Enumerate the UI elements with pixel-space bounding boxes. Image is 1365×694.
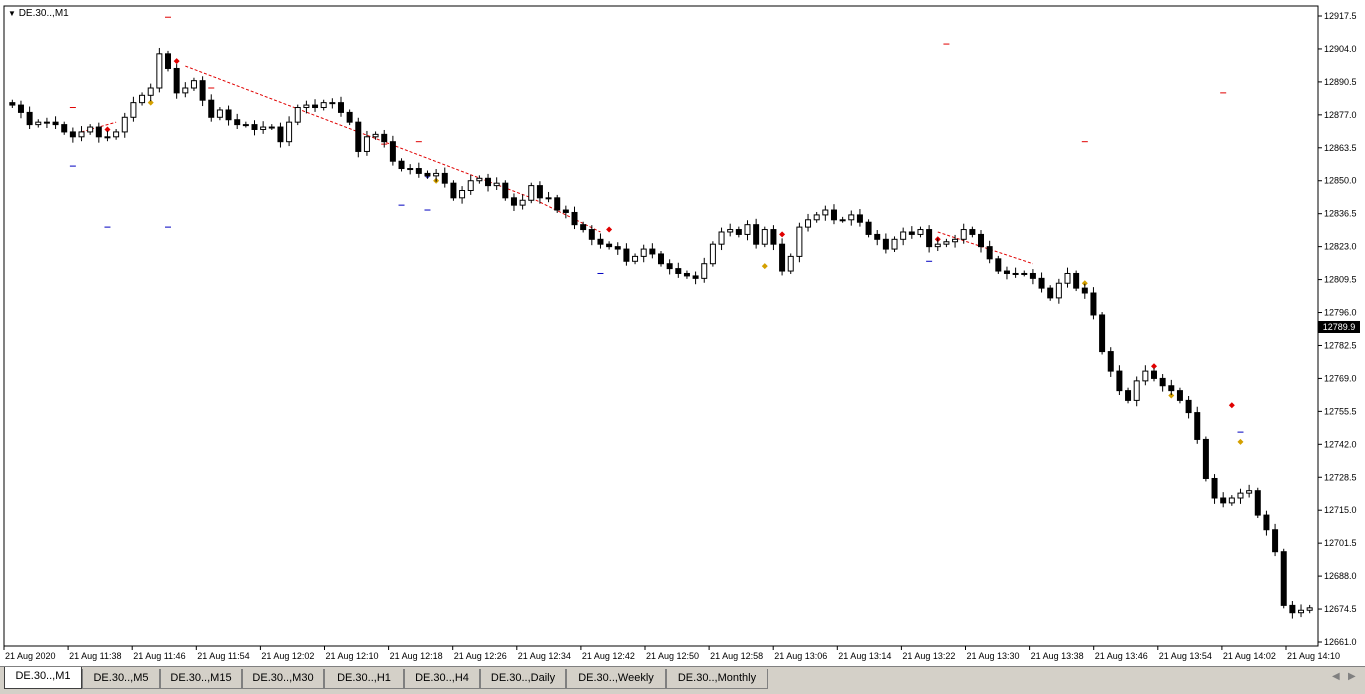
y-tick-label: 12769.0 xyxy=(1324,373,1357,383)
x-tick-label: 21 Aug 14:02 xyxy=(1223,651,1276,661)
x-tick-label: 21 Aug 13:22 xyxy=(902,651,955,661)
y-tick-label: 12715.0 xyxy=(1324,505,1357,515)
candle[interactable] xyxy=(528,182,535,204)
y-tick-label: 12688.0 xyxy=(1324,571,1357,581)
x-tick-label: 21 Aug 11:38 xyxy=(69,651,121,661)
candle[interactable] xyxy=(787,253,794,274)
y-tick-label: 12809.5 xyxy=(1324,275,1357,285)
candle[interactable] xyxy=(1073,270,1080,292)
tab-monthly[interactable]: DE.30..,Monthly xyxy=(666,669,768,689)
x-tick-label: 21 Aug 12:34 xyxy=(518,651,571,661)
y-tick-label: 12823.0 xyxy=(1324,242,1357,252)
y-tick-label: 12742.0 xyxy=(1324,439,1357,449)
tab-m5[interactable]: DE.30..,M5 xyxy=(82,669,160,689)
x-tick-label: 21 Aug 13:54 xyxy=(1159,651,1212,661)
candle[interactable] xyxy=(865,219,872,238)
y-tick-label: 12890.5 xyxy=(1324,77,1357,87)
y-tick-label: 12904.0 xyxy=(1324,44,1357,54)
scroll-left-icon[interactable]: ◀ xyxy=(1332,671,1340,682)
tab-m15[interactable]: DE.30..,M15 xyxy=(160,669,242,689)
y-tick-label: 12917.5 xyxy=(1324,11,1357,21)
candle[interactable] xyxy=(294,104,301,126)
tab-m1[interactable]: DE.30..,M1 xyxy=(4,667,82,689)
candle[interactable] xyxy=(1202,436,1209,482)
x-tick-label: 21 Aug 12:26 xyxy=(454,651,507,661)
x-tick-label: 21 Aug 12:10 xyxy=(326,651,379,661)
y-tick-label: 12728.5 xyxy=(1324,472,1357,482)
y-tick-label: 12674.5 xyxy=(1324,604,1357,614)
chart-title-label: DE.30..,M1 xyxy=(18,8,69,19)
candle[interactable] xyxy=(1099,312,1106,355)
x-tick-label: 21 Aug 2020 xyxy=(5,651,56,661)
candle[interactable] xyxy=(554,194,561,213)
tab-h1[interactable]: DE.30..,H1 xyxy=(324,669,404,689)
candle[interactable] xyxy=(450,180,457,201)
chart-title[interactable]: ▼ DE.30..,M1 xyxy=(8,8,69,19)
tab-m30[interactable]: DE.30..,M30 xyxy=(242,669,324,689)
candle[interactable] xyxy=(355,117,362,158)
candle[interactable] xyxy=(156,47,163,93)
x-tick-label: 21 Aug 13:06 xyxy=(774,651,827,661)
x-tick-label: 21 Aug 12:42 xyxy=(582,651,635,661)
y-tick-label: 12755.5 xyxy=(1324,406,1357,416)
candle[interactable] xyxy=(502,180,509,201)
candle[interactable] xyxy=(1280,548,1287,609)
candle[interactable] xyxy=(709,241,716,267)
x-tick-label: 21 Aug 14:10 xyxy=(1287,651,1340,661)
last-price-label: 12789.9 xyxy=(1318,321,1360,333)
plot-area[interactable] xyxy=(3,5,1319,647)
candle[interactable] xyxy=(1254,487,1261,519)
svg-text:12789.9: 12789.9 xyxy=(1323,322,1356,332)
x-tick-label: 21 Aug 12:58 xyxy=(710,651,763,661)
x-tick-label: 21 Aug 13:30 xyxy=(967,651,1020,661)
candle[interactable] xyxy=(796,222,803,263)
y-tick-label: 12782.5 xyxy=(1324,340,1357,350)
x-tick-label: 21 Aug 13:38 xyxy=(1031,651,1084,661)
tab-weekly[interactable]: DE.30..,Weekly xyxy=(566,669,666,689)
tab-h4[interactable]: DE.30..,H4 xyxy=(404,669,480,689)
x-tick-label: 21 Aug 13:14 xyxy=(838,651,891,661)
candle[interactable] xyxy=(165,50,172,72)
y-tick-label: 12701.5 xyxy=(1324,538,1357,548)
candle[interactable] xyxy=(1194,406,1201,444)
x-tick-label: 21 Aug 11:54 xyxy=(197,651,249,661)
x-tick-label: 21 Aug 12:18 xyxy=(390,651,443,661)
y-tick-label: 12850.0 xyxy=(1324,176,1357,186)
chart-tabs-bar: DE.30..,M1 DE.30..,M5 DE.30..,M15 DE.30.… xyxy=(0,666,1365,694)
candle[interactable] xyxy=(779,238,786,276)
scroll-right-icon[interactable]: ▶ xyxy=(1348,671,1356,682)
y-tick-label: 12863.5 xyxy=(1324,143,1357,153)
candle[interactable] xyxy=(761,226,768,248)
x-tick-label: 21 Aug 12:02 xyxy=(261,651,314,661)
y-tick-label: 12836.5 xyxy=(1324,209,1357,219)
chevron-down-icon[interactable]: ▼ xyxy=(8,9,16,18)
x-tick-label: 21 Aug 13:46 xyxy=(1095,651,1148,661)
chart-window[interactable]: 12917.5 12904.0 12890.5 12877.0 12863.5 12850… xyxy=(0,0,1365,693)
x-tick-label: 21 Aug 12:50 xyxy=(646,651,699,661)
price-chart[interactable]: 12917.5 12904.0 12890.5 12877.0 12863.5 12850… xyxy=(0,0,1365,666)
y-tick-label: 12661.0 xyxy=(1324,637,1357,647)
candle[interactable] xyxy=(995,255,1002,274)
tab-daily[interactable]: DE.30..,Daily xyxy=(480,669,566,689)
x-tick-label: 21 Aug 11:46 xyxy=(133,651,185,661)
y-tick-label: 12796.0 xyxy=(1324,308,1357,318)
y-tick-label: 12877.0 xyxy=(1324,110,1357,120)
